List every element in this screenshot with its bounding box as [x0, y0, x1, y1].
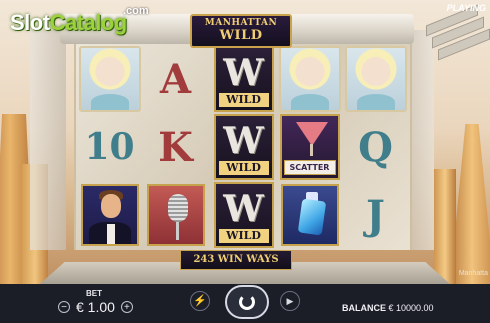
site-logo: SlotCatalog [10, 10, 127, 35]
gentleman-symbol [80, 184, 139, 246]
reel-1-symbol-2: 10 [78, 114, 141, 180]
reel-5-symbol-1 [344, 46, 407, 112]
lady-portrait-symbol [78, 46, 141, 112]
lady-portrait-symbol [278, 46, 341, 112]
bet-increase-button[interactable]: + [120, 301, 133, 313]
reel-2-symbol-2: K [144, 114, 207, 180]
control-bar: BET − € 1.00 + ⚡ ▶ BALANCE € 10000.00 [0, 284, 490, 323]
q-symbol: Q [358, 123, 393, 171]
status-label: PLAYING [446, 3, 486, 13]
microphone-symbol [146, 184, 205, 246]
site-logo-suffix: .com [123, 5, 149, 17]
cocktail-glass-icon [295, 122, 328, 146]
reel-5-symbol-3: J [344, 182, 407, 248]
balance-label: BALANCE [342, 303, 386, 313]
ten-symbol: 10 [84, 126, 135, 168]
wild-symbol: W WILD [213, 46, 274, 112]
autoplay-button[interactable]: ▶ [280, 291, 300, 311]
deco-chevrons [406, 4, 490, 61]
turbo-button[interactable]: ⚡ [190, 291, 210, 311]
skyscraper-right [450, 124, 490, 284]
wild-symbol: W WILD [213, 182, 274, 248]
balance-value: € 10000.00 [388, 303, 434, 313]
reel-3-symbol-3: W WILD [212, 182, 275, 248]
play-icon: ▶ [286, 296, 294, 306]
game-title-logo: MANHATTAN WILD [190, 14, 292, 48]
reel-grid: 10 A K W WILD W WILD W WILD SCATTER Q J [74, 44, 412, 250]
bet-value: € 1.00 [76, 299, 115, 315]
lady-portrait-symbol [344, 46, 407, 112]
spin-arrow-icon [239, 294, 255, 310]
reel-3-symbol-1: W WILD [212, 46, 275, 112]
reel-4-symbol-1 [278, 46, 341, 112]
wild-symbol: W WILD [213, 114, 274, 180]
reel-4-symbol-2: SCATTER [278, 114, 341, 180]
j-symbol: J [366, 191, 385, 239]
reel-4-symbol-3 [278, 182, 341, 248]
balance-display: BALANCE € 10000.00 [342, 303, 434, 313]
reel-1-symbol-3 [78, 182, 141, 248]
bet-decrease-button[interactable]: − [58, 301, 70, 313]
skyscraper-right-small [434, 169, 456, 284]
reel-2-symbol-3 [144, 182, 207, 248]
win-ways-banner: 243 WIN WAYS [180, 250, 292, 270]
scatter-symbol: SCATTER [279, 114, 340, 180]
a-symbol: A [159, 55, 192, 103]
perfume-symbol [280, 184, 339, 246]
bet-label: BET [86, 289, 102, 298]
reel-1-symbol-1 [78, 46, 141, 112]
reel-2-symbol-1: A [144, 46, 207, 112]
pillar-left [30, 30, 66, 250]
game-background: 10 A K W WILD W WILD W WILD SCATTER Q J MAN… [0, 0, 490, 284]
spin-button[interactable] [225, 285, 269, 319]
bet-selector: − € 1.00 + [58, 298, 133, 316]
game-watermark: Manhatta [458, 270, 488, 277]
reel-3-symbol-2: W WILD [212, 114, 275, 180]
lightning-icon: ⚡ [193, 295, 207, 307]
reel-5-symbol-2: Q [344, 114, 407, 180]
k-symbol: K [158, 123, 193, 171]
